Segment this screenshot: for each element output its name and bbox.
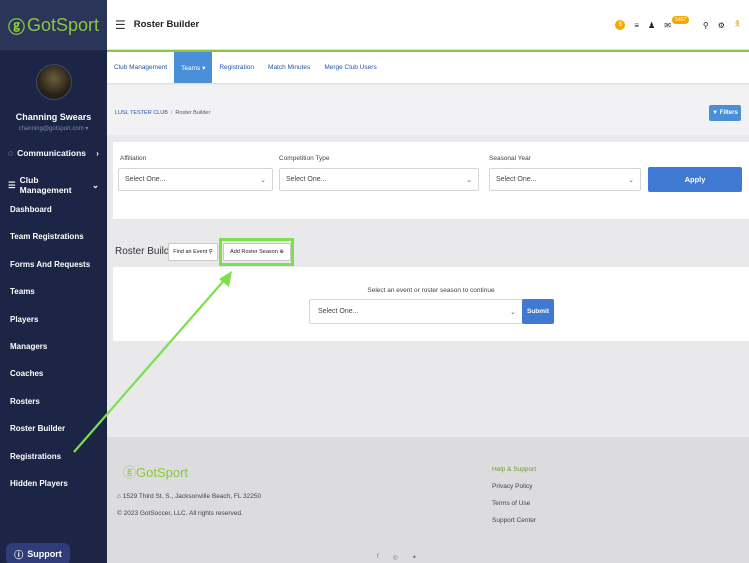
- stick-figure-icon[interactable]: 🯅: [734, 18, 741, 32]
- chevron-down-icon: ⌄: [510, 309, 516, 316]
- sidebar-communications[interactable]: ◌ Communications ›: [0, 146, 107, 160]
- sidebar: ⓖ GotSport Channing Swears channing@gots…: [0, 0, 107, 563]
- footer: ⓖGotSport ⌂ 1529 Third St. S., Jacksonvi…: [107, 437, 749, 563]
- breadcrumb-current: Roster Builder: [175, 110, 211, 116]
- sidebar-item-registrations[interactable]: Registrations: [0, 443, 107, 470]
- affiliation-select[interactable]: Select One... ⌄: [118, 168, 273, 191]
- footer-link-privacy[interactable]: Privacy Policy: [492, 478, 536, 495]
- submit-button[interactable]: Submit: [522, 299, 554, 324]
- inbox-icon[interactable]: ✉ 5467: [664, 15, 690, 30]
- avatar[interactable]: [35, 64, 72, 100]
- footer-logo-text: GotSport: [136, 465, 189, 480]
- footer-link-terms[interactable]: Terms of Use: [492, 495, 536, 512]
- user-email-dropdown[interactable]: channing@gotsport.com ▾: [0, 125, 107, 132]
- gear-icon[interactable]: ⚙: [718, 21, 725, 30]
- sidebar-item-players[interactable]: Players: [0, 306, 107, 333]
- sidebar-item-coaches[interactable]: Coaches: [0, 360, 107, 387]
- footer-links: Help & Support Privacy Policy Terms of U…: [492, 461, 536, 529]
- help-circle-icon: ⓘ: [14, 549, 24, 560]
- user-icon[interactable]: ♟: [648, 21, 655, 30]
- nav-tabs: Club Management Teams ▾ Registration Mat…: [107, 50, 749, 84]
- breadcrumb-club-link[interactable]: LUSL TESTER CLUB: [115, 110, 168, 116]
- select-prompt: Select an event or roster season to cont…: [367, 287, 495, 294]
- chevron-down-icon: ⌄: [260, 177, 266, 184]
- top-header: ☰ Roster Builder $ ≡ ♟ ✉ 5467 ⚲ ⚙ 🯅: [107, 0, 749, 50]
- support-button[interactable]: ⓘ Support: [6, 543, 70, 563]
- document-icon[interactable]: ≡: [634, 21, 639, 30]
- sidebar-item-team-registrations[interactable]: Team Registrations: [0, 223, 107, 250]
- brand-bar: ⓖ GotSport: [0, 0, 107, 50]
- filter-icon: ▼: [712, 110, 719, 116]
- sidebar-item-roster-builder[interactable]: Roster Builder: [0, 415, 107, 442]
- filter-panel: Affiliation Select One... ⌄ Competition …: [113, 142, 749, 220]
- affiliation-label: Affiliation: [120, 155, 147, 162]
- chevron-right-icon: ›: [96, 148, 99, 158]
- footer-link-support-center[interactable]: Support Center: [492, 512, 536, 529]
- chevron-down-icon: ⌄: [628, 177, 634, 184]
- filters-label: Filters: [719, 110, 738, 116]
- competition-type-select[interactable]: Select One... ⌄: [279, 168, 479, 191]
- find-event-label: Find an Event: [173, 249, 208, 255]
- filters-button[interactable]: ▼ Filters: [709, 105, 741, 121]
- logo-mark-icon: ⓖ: [8, 17, 25, 37]
- instagram-icon[interactable]: ◎: [393, 554, 398, 561]
- footer-logo[interactable]: ⓖGotSport: [123, 462, 188, 481]
- list-icon: ☰: [8, 179, 16, 190]
- seasonal-year-select-value: Select One...: [496, 176, 537, 183]
- breadcrumb-row: LUSL TESTER CLUB / Roster Builder ▼ Filter…: [107, 85, 749, 135]
- support-label: Support: [27, 549, 62, 559]
- sidebar-item-rosters[interactable]: Rosters: [0, 388, 107, 415]
- tab-match-minutes[interactable]: Match Minutes: [261, 52, 317, 83]
- footer-address-text: 1529 Third St. S., Jacksonville Beach, F…: [122, 493, 262, 500]
- tab-club-management[interactable]: Club Management: [107, 52, 174, 83]
- competition-type-label: Competition Type: [279, 155, 330, 162]
- search-icon[interactable]: ⚲: [703, 21, 709, 30]
- page-title: Roster Builder: [133, 19, 200, 30]
- search-icon: ⚲: [208, 249, 213, 255]
- header-icons: $ ≡ ♟ ✉ 5467 ⚲ ⚙ 🯅: [615, 0, 741, 50]
- sidebar-item-dashboard[interactable]: Dashboard: [0, 196, 107, 223]
- chat-icon: ◌: [8, 148, 14, 158]
- chevron-down-icon: ⌄: [466, 177, 472, 184]
- footer-address: ⌂ 1529 Third St. S., Jacksonville Beach,…: [117, 493, 261, 500]
- tab-registration[interactable]: Registration: [212, 52, 261, 83]
- affiliation-select-value: Select One...: [125, 176, 166, 183]
- brand-name: GotSport: [27, 14, 100, 35]
- social-links: f ◎ ✦: [377, 554, 417, 561]
- profile-block: Channing Swears channing@gotsport.com ▾: [0, 64, 107, 132]
- annotation-highlight-box: [219, 238, 294, 266]
- sidebar-item-forms-and-requests[interactable]: Forms And Requests: [0, 251, 107, 278]
- notification-badge: 5467: [672, 15, 690, 24]
- seasonal-year-label: Seasonal Year: [489, 155, 531, 162]
- menu-toggle-icon[interactable]: ☰: [115, 18, 126, 32]
- sidebar-club-management-label: Club Management: [19, 175, 72, 195]
- sidebar-communications-label: Communications: [17, 148, 87, 158]
- sidebar-club-management[interactable]: ☰ Club Management ⌄: [0, 175, 107, 195]
- apply-button[interactable]: Apply: [648, 167, 742, 192]
- roster-select-panel: Select an event or roster season to cont…: [113, 267, 749, 341]
- home-icon: ⌂: [117, 493, 121, 500]
- app-root: ⓖ GotSport Channing Swears channing@gots…: [0, 0, 749, 563]
- sidebar-item-teams[interactable]: Teams: [0, 278, 107, 305]
- event-season-select[interactable]: Select One... ⌄: [309, 299, 523, 324]
- gotsport-logo[interactable]: ⓖ GotSport: [8, 13, 99, 38]
- tab-teams[interactable]: Teams ▾: [174, 52, 213, 83]
- breadcrumb-separator: /: [170, 110, 173, 116]
- facebook-icon[interactable]: f: [377, 554, 379, 561]
- find-event-button[interactable]: Find an Event ⚲: [168, 243, 218, 261]
- sidebar-item-hidden-players[interactable]: Hidden Players: [0, 470, 107, 497]
- competition-type-select-value: Select One...: [286, 176, 327, 183]
- seasonal-year-select[interactable]: Select One... ⌄: [489, 168, 641, 191]
- twitter-icon[interactable]: ✦: [412, 554, 417, 561]
- breadcrumb: LUSL TESTER CLUB / Roster Builder: [115, 110, 210, 116]
- sidebar-submenu: Dashboard Team Registrations Forms And R…: [0, 196, 107, 497]
- footer-link-help[interactable]: Help & Support: [492, 461, 536, 478]
- sidebar-item-managers[interactable]: Managers: [0, 333, 107, 360]
- chevron-down-icon: ⌄: [91, 179, 99, 190]
- footer-copyright: © 2023 GotSoccer, LLC. All rights reserv…: [117, 510, 243, 517]
- tab-merge-club-users[interactable]: Merge Club Users: [317, 52, 383, 83]
- user-name: Channing Swears: [15, 112, 92, 122]
- event-season-select-value: Select One...: [318, 308, 359, 315]
- coin-icon[interactable]: $: [615, 20, 626, 30]
